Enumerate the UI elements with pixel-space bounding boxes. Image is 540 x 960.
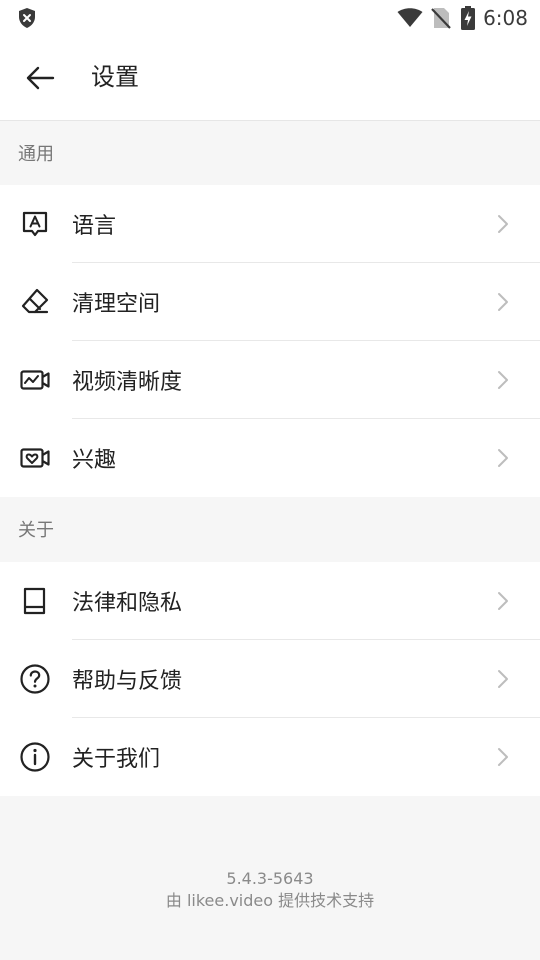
settings-group-general: 语言 清理空间 视频清晰度 兴趣 [0,185,540,497]
powered-by-text: 由 likee.video 提供技术支持 [165,891,375,910]
settings-item-label: 帮助与反馈 [72,669,183,694]
settings-item-interest[interactable]: 兴趣 [0,419,540,497]
settings-item-clear-space[interactable]: 清理空间 [0,263,540,341]
app-bar: 设置 [0,36,540,121]
footer: 5.4.3-5643 由 likee.video 提供技术支持 [0,868,540,912]
settings-item-label: 关于我们 [72,747,161,772]
chevron-right-icon [490,212,514,236]
page-title: 设置 [91,63,139,91]
settings-item-label: 法律和隐私 [72,591,183,616]
settings-item-legal-privacy[interactable]: 法律和隐私 [0,562,540,640]
wifi-icon [397,8,423,28]
status-bar: 6:08 [0,0,540,36]
section-header-general: 通用 [0,121,540,185]
eraser-icon [19,286,51,318]
section-header-about: 关于 [0,497,540,561]
interest-icon [19,442,51,474]
back-button[interactable] [18,58,62,98]
settings-item-label: 语言 [72,214,117,239]
chevron-right-icon [490,290,514,314]
chevron-right-icon [490,589,514,613]
settings-item-video-quality[interactable]: 视频清晰度 [0,341,540,419]
version-text: 5.4.3-5643 [226,869,314,888]
status-time: 6:08 [483,6,528,30]
video-quality-icon [19,364,51,396]
settings-item-about-us[interactable]: 关于我们 [0,718,540,796]
settings-item-label: 兴趣 [72,448,117,473]
help-icon [19,663,51,695]
chevron-right-icon [490,446,514,470]
no-sim-icon [431,7,451,29]
settings-item-label: 清理空间 [72,292,161,317]
book-icon [19,585,51,617]
settings-item-label: 视频清晰度 [72,370,183,395]
language-icon [19,208,51,240]
settings-item-help-feedback[interactable]: 帮助与反馈 [0,640,540,718]
chevron-right-icon [490,368,514,392]
settings-group-about: 法律和隐私 帮助与反馈 关于我们 [0,562,540,796]
chevron-right-icon [490,667,514,691]
arrow-left-icon [26,66,55,90]
info-icon [19,741,51,773]
battery-charging-icon [461,6,476,30]
settings-item-language[interactable]: 语言 [0,185,540,263]
chevron-right-icon [490,745,514,769]
shield-icon [17,7,37,29]
